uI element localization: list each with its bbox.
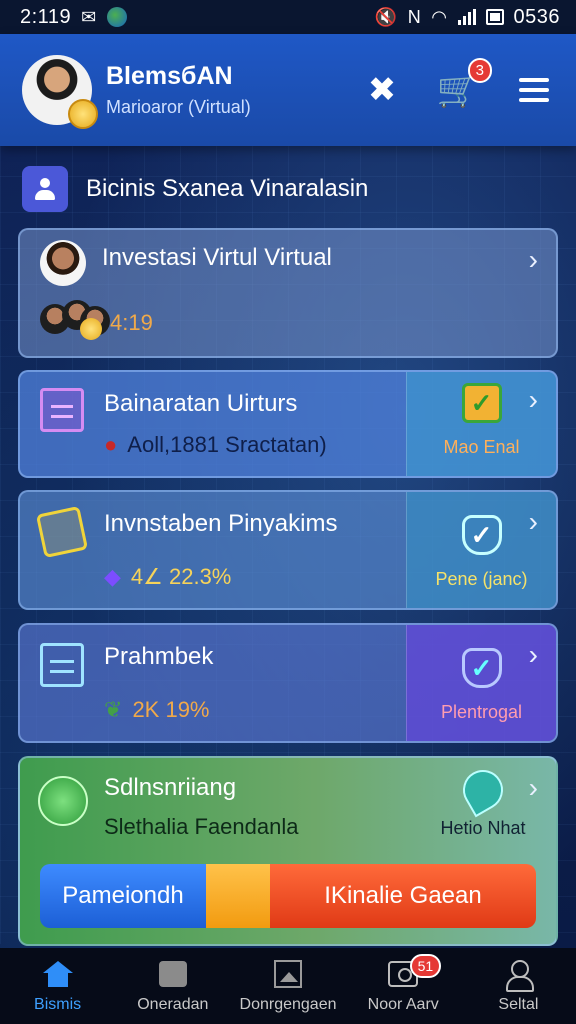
clipboard-icon	[40, 643, 84, 687]
side-label: Pene (janc)	[435, 569, 528, 589]
nav-item-donrgengaen[interactable]: Donrgengaen	[230, 948, 345, 1024]
cart-badge: 3	[467, 58, 492, 83]
app-header: BlemsбAN Marioaror (Virtual) ✖ 🛒 3	[0, 34, 576, 146]
apple-icon: ●	[104, 432, 118, 457]
mute-icon: 🔇	[374, 6, 398, 27]
nav-label: Bismis	[34, 996, 82, 1013]
user-info: BlemsбAN Marioaror (Virtual)	[106, 62, 251, 118]
status-bar: 2:119 ✉ 🔇 N ◠ 0536	[0, 0, 576, 34]
shield-check-icon: ✓	[461, 648, 502, 688]
coin-icon	[68, 99, 98, 129]
checkbox-icon: ✓	[461, 383, 502, 423]
card-investasi[interactable]: Investasi Virtul Virtual 4:19 ›	[18, 228, 558, 358]
signal-icon	[457, 9, 476, 25]
chevron-right-icon[interactable]: ›	[529, 506, 538, 538]
side-label: Mao Enal	[443, 437, 520, 457]
plant-icon: ❦	[104, 697, 123, 722]
user-icon	[502, 958, 535, 992]
divider-accent	[206, 864, 270, 928]
user-role: Marioaror (Virtual)	[106, 97, 251, 117]
coin-icon	[80, 318, 102, 340]
puzzle-icon[interactable]: ✖	[362, 70, 402, 110]
card-subtitle: Slethalia Faendanla	[104, 814, 299, 839]
shop-icon	[157, 958, 189, 990]
left-action-button[interactable]: Pameiondh	[40, 864, 206, 928]
investor-avatar	[40, 240, 86, 286]
nav-label: Noor Aarv	[367, 996, 439, 1013]
card-side[interactable]: Hetio Nhat	[428, 762, 538, 839]
nav-item-noor-aarv[interactable]: 51 Noor Aarv	[346, 948, 461, 1024]
globe-icon	[106, 7, 127, 27]
pen-icon	[455, 762, 511, 818]
card-value: 4∠ 22.3%	[130, 564, 232, 589]
signal-badge-icon	[38, 776, 88, 826]
leaf-icon: ◆	[104, 564, 121, 589]
box-icon	[35, 505, 89, 559]
battery-icon	[485, 9, 504, 25]
section-title: Bicinis Sxanea Vinaralasin	[86, 175, 369, 202]
image-icon	[272, 958, 304, 990]
nav-item-bismis[interactable]: Bismis	[0, 948, 115, 1024]
person-icon	[22, 166, 68, 212]
chevron-right-icon[interactable]: ›	[529, 384, 538, 416]
cart-icon[interactable]: 🛒 3	[437, 58, 492, 110]
card-title: Prahmbek	[104, 643, 214, 670]
chevron-right-icon[interactable]: ›	[529, 244, 538, 276]
nav-badge: 51	[409, 954, 442, 978]
side-label: Hetio Nhat	[440, 818, 526, 838]
right-action-button[interactable]: IKinalie Gaean	[270, 864, 536, 928]
nav-label: Seltal	[498, 996, 539, 1013]
card-value: 2K 19%	[132, 697, 210, 722]
user-name: BlemsбAN	[106, 62, 233, 90]
wifi-icon: ◠	[431, 6, 448, 27]
side-label: Plentrogal	[440, 702, 523, 722]
card-title: Bainaratan Uirturs	[104, 390, 298, 417]
bottom-nav: Bismis Oneradan Donrgengaen 51 Noor Aarv…	[0, 948, 576, 1024]
card-invnstaben[interactable]: Invnstaben Pinyakims ◆ 4∠ 22.3% ✓ Pene (…	[18, 490, 558, 610]
nfc-icon: N	[407, 6, 422, 27]
card-bainaratan[interactable]: Bainaratan Uirturs ● Aoll,1881 Sractatan…	[18, 370, 558, 478]
nav-label: Oneradan	[137, 996, 209, 1013]
shield-check-icon: ✓	[461, 515, 502, 555]
button-row: Pameiondh IKinalie Gaean	[40, 864, 536, 928]
nav-item-seltal[interactable]: Seltal	[461, 948, 576, 1024]
document-icon	[40, 388, 84, 432]
status-right-text: 0536	[513, 5, 560, 28]
card-title: Invnstaben Pinyakims	[104, 510, 338, 537]
status-time: 2:119	[20, 5, 72, 28]
avatar[interactable]	[22, 55, 98, 129]
chevron-right-icon[interactable]: ›	[529, 639, 538, 671]
card-sdlnsnriiang[interactable]: Sdlnsnriiang Slethalia Faendanla Hetio N…	[18, 756, 558, 946]
card-value: Aoll,1881 Sractatan)	[127, 432, 327, 457]
chevron-right-icon[interactable]: ›	[529, 772, 538, 804]
home-icon	[42, 958, 74, 990]
section-header: Bicinis Sxanea Vinaralasin	[22, 166, 554, 212]
card-prahmbek[interactable]: Prahmbek ❦ 2K 19% ✓ Plentrogal ›	[18, 623, 558, 743]
nav-item-oneradan[interactable]: Oneradan	[115, 948, 230, 1024]
mail-icon: ✉	[81, 6, 97, 27]
card-title: Sdlnsnriiang	[104, 774, 237, 801]
card-value: 4:19	[110, 310, 153, 335]
nav-label: Donrgengaen	[239, 996, 337, 1013]
card-title: Investasi Virtul Virtual	[102, 244, 332, 271]
menu-icon[interactable]	[514, 70, 554, 110]
